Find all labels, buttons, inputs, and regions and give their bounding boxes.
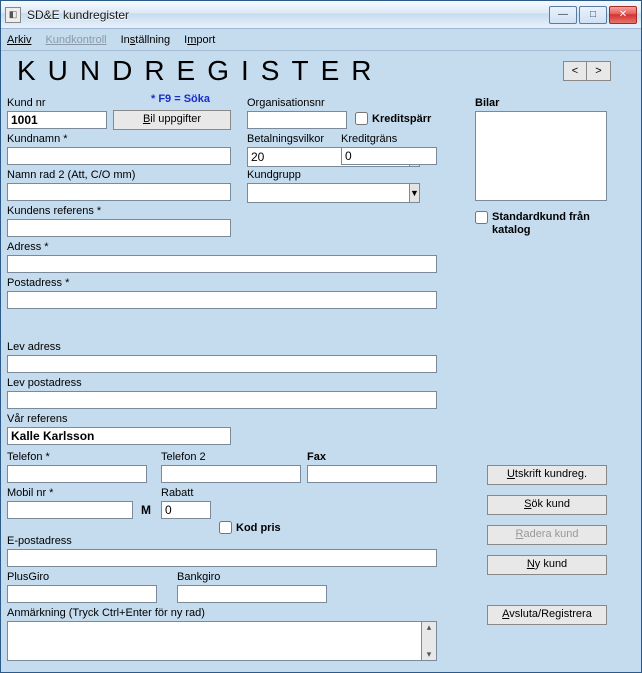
page-title: KUNDREGISTER	[17, 55, 383, 87]
label-telefon2: Telefon 2	[161, 451, 206, 463]
menu-import[interactable]: Import	[184, 34, 215, 46]
label-plusgiro: PlusGiro	[7, 571, 49, 583]
standardkund-checkbox[interactable]: Standardkund från katalog	[475, 211, 615, 237]
anmarkning-field[interactable]: ▴▾	[7, 621, 437, 661]
scrollbar[interactable]: ▴▾	[421, 621, 437, 661]
kreditsparr-checkbox[interactable]: Kreditspärr	[355, 112, 431, 125]
sok-kund-button[interactable]: Sök kund	[487, 495, 607, 515]
epost-input[interactable]	[7, 549, 437, 567]
utskrift-button[interactable]: Utskrift kundreg.	[487, 465, 607, 485]
standardkund-label: Standardkund från katalog	[492, 211, 615, 237]
label-anmarkning: Anmärkning (Tryck Ctrl+Enter för ny rad)	[7, 607, 205, 619]
label-telefon: Telefon *	[7, 451, 50, 463]
label-adress: Adress *	[7, 241, 49, 253]
label-kundnamn: Kundnamn *	[7, 133, 68, 145]
label-bilar: Bilar	[475, 97, 499, 109]
bil-uppgifter-button[interactable]: Bil uppgifter	[113, 110, 231, 130]
mobil-input[interactable]	[7, 501, 133, 519]
search-hint: * F9 = Söka	[151, 93, 210, 105]
lev-postadress-input[interactable]	[7, 391, 437, 409]
label-kund-nr: Kund nr	[7, 97, 46, 109]
close-button[interactable]: ✕	[609, 6, 637, 24]
avsluta-registrera-button[interactable]: Avsluta/Registrera	[487, 605, 607, 625]
window-buttons: ― □ ✕	[549, 6, 637, 24]
kundgrupp-select[interactable]: ▼	[247, 183, 332, 203]
label-postadress: Postadress *	[7, 277, 69, 289]
kod-pris-checkbox[interactable]: Kod pris	[219, 521, 281, 534]
kod-pris-label: Kod pris	[236, 522, 281, 534]
kod-pris-box[interactable]	[219, 521, 232, 534]
app-window: ◧ SD&E kundregister ― □ ✕ Arkiv Kundkont…	[0, 0, 642, 673]
prev-record-button[interactable]: <	[563, 61, 587, 81]
namn-rad2-input[interactable]	[7, 183, 231, 201]
window-title: SD&E kundregister	[27, 8, 549, 22]
scroll-down-icon[interactable]: ▾	[427, 649, 432, 660]
label-m: M	[141, 503, 151, 517]
ny-kund-button[interactable]: Ny kund	[487, 555, 607, 575]
radera-kund-button: Radera kund	[487, 525, 607, 545]
standardkund-box[interactable]	[475, 211, 488, 224]
scroll-up-icon[interactable]: ▴	[427, 622, 432, 633]
label-rabatt: Rabatt	[161, 487, 193, 499]
label-betvillkor: Betalningsvilkor	[247, 133, 324, 145]
kund-ref-input[interactable]	[7, 219, 231, 237]
label-lev-adress: Lev adress	[7, 341, 61, 353]
minimize-button[interactable]: ―	[549, 6, 577, 24]
betvillkor-select[interactable]: ▼	[247, 147, 332, 167]
var-referens-input[interactable]	[7, 427, 231, 445]
label-kund-ref: Kundens referens *	[7, 205, 101, 217]
lev-adress-input[interactable]	[7, 355, 437, 373]
plusgiro-input[interactable]	[7, 585, 157, 603]
app-icon: ◧	[5, 7, 21, 23]
menu-arkiv[interactable]: Arkiv	[7, 34, 31, 46]
next-record-button[interactable]: >	[587, 61, 611, 81]
orgnr-input[interactable]	[247, 111, 347, 129]
rabatt-input[interactable]	[161, 501, 211, 519]
telefon2-input[interactable]	[161, 465, 301, 483]
postadress-input[interactable]	[7, 291, 437, 309]
nav-arrows: < >	[563, 61, 611, 81]
kreditgrans-input[interactable]	[341, 147, 437, 165]
label-lev-postadress: Lev postadress	[7, 377, 82, 389]
kreditsparr-box[interactable]	[355, 112, 368, 125]
kund-nr-input[interactable]	[7, 111, 107, 129]
label-bankgiro: Bankgiro	[177, 571, 220, 583]
label-kundgrupp: Kundgrupp	[247, 169, 301, 181]
kundgrupp-value[interactable]	[247, 183, 409, 203]
titlebar: ◧ SD&E kundregister ― □ ✕	[1, 1, 641, 29]
menubar: Arkiv Kundkontroll Inställning Import	[1, 29, 641, 51]
menu-kundkontroll: Kundkontroll	[45, 34, 106, 46]
label-epost: E-postadress	[7, 535, 72, 547]
label-mobil: Mobil nr *	[7, 487, 53, 499]
adress-input[interactable]	[7, 255, 437, 273]
client-area: KUNDREGISTER < > * F9 = Söka Kund nr Bil…	[1, 51, 641, 672]
fax-input[interactable]	[307, 465, 437, 483]
telefon-input[interactable]	[7, 465, 147, 483]
kreditsparr-label: Kreditspärr	[372, 113, 431, 125]
label-namn-rad2: Namn rad 2 (Att, C/O mm)	[7, 169, 135, 181]
anmarkning-textarea[interactable]	[7, 621, 421, 661]
dropdown-icon[interactable]: ▼	[409, 183, 420, 203]
menu-installning[interactable]: Inställning	[121, 34, 171, 46]
maximize-button[interactable]: □	[579, 6, 607, 24]
label-fax: Fax	[307, 451, 326, 463]
label-var-referens: Vår referens	[7, 413, 68, 425]
bankgiro-input[interactable]	[177, 585, 327, 603]
kundnamn-input[interactable]	[7, 147, 231, 165]
label-kreditgrans: Kreditgräns	[341, 133, 397, 145]
label-orgnr: Organisationsnr	[247, 97, 325, 109]
bilar-listbox[interactable]	[475, 111, 607, 201]
